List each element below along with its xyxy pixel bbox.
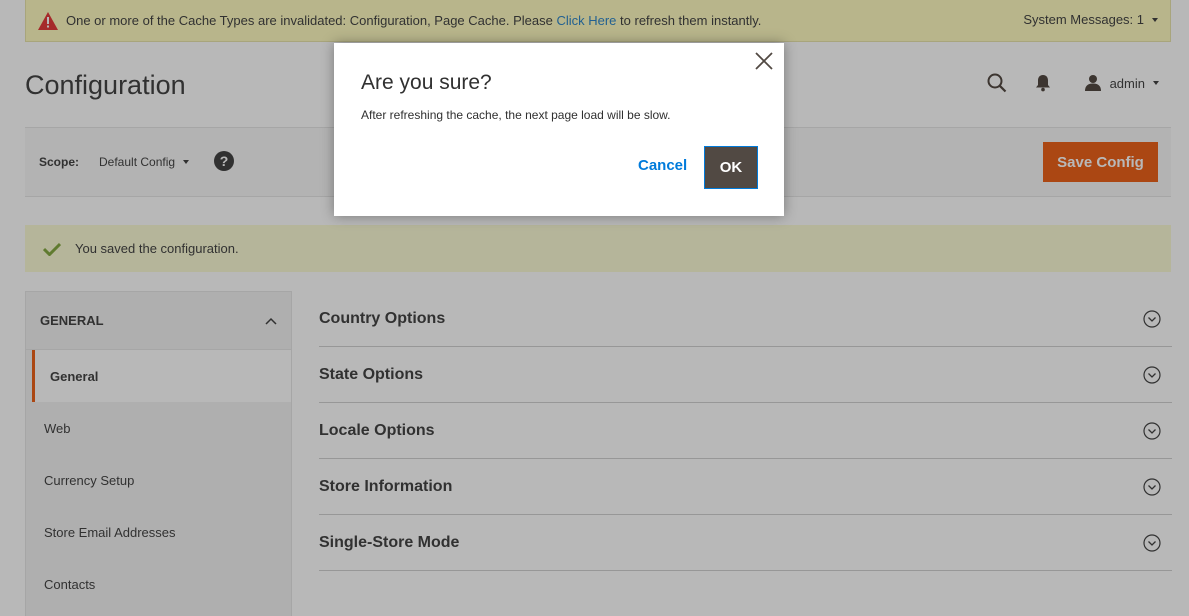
modal-title: Are you sure? [361, 71, 492, 94]
cancel-button[interactable]: Cancel [638, 157, 687, 174]
confirm-modal: Are you sure? After refreshing the cache… [334, 43, 784, 216]
ok-button[interactable]: OK [704, 146, 758, 189]
close-icon[interactable] [754, 51, 774, 71]
modal-message: After refreshing the cache, the next pag… [361, 108, 671, 122]
